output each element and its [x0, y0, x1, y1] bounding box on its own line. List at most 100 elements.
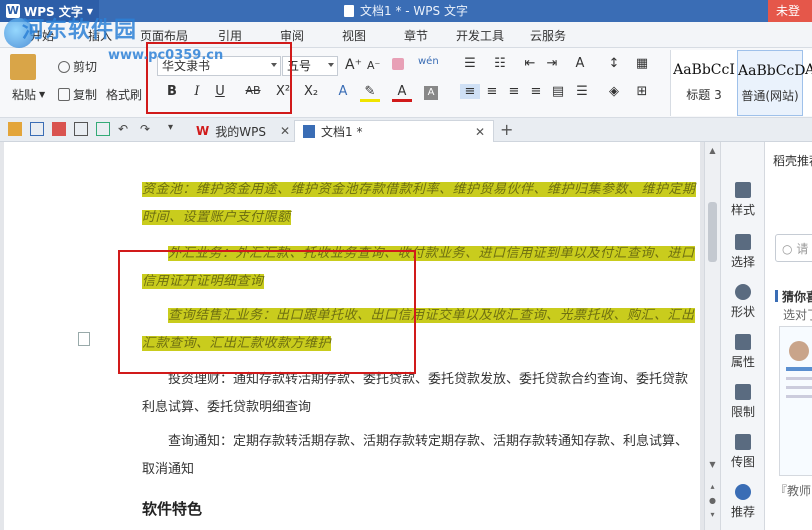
scroll-up-icon[interactable]: ▲ [708, 146, 717, 155]
text-effect-icon[interactable]: A [333, 84, 353, 99]
clear-format-button[interactable] [392, 58, 404, 70]
select-button[interactable]: 选择 [721, 234, 765, 270]
properties-icon [735, 334, 751, 350]
select-browse-icon[interactable]: ● [708, 496, 717, 505]
template-card[interactable] [779, 326, 812, 476]
recommend-panel: 稻壳推荐 ○ 请 猜你喜 选对了 『教师 [764, 142, 812, 530]
styles-icon [735, 182, 751, 198]
paste-big-icon [10, 54, 36, 80]
tab-chapter[interactable]: 章节 [404, 27, 428, 44]
text-style-icon[interactable]: A [570, 56, 590, 71]
eraser-icon [392, 58, 404, 70]
next-page-icon[interactable]: ▾ [708, 510, 717, 519]
open-folder-icon[interactable] [8, 122, 22, 136]
document-icon [303, 125, 315, 138]
shading-icon[interactable]: ◈ [604, 84, 624, 99]
panel-item-text[interactable]: 『教师 [775, 482, 811, 499]
numbered-list-icon[interactable]: ☷ [490, 56, 510, 71]
prev-page-icon[interactable]: ▴ [708, 482, 717, 491]
undo-icon[interactable]: ↶ [118, 122, 132, 136]
style-heading-3[interactable]: AaBbCcI 标题 3 [671, 50, 737, 116]
close-icon[interactable]: ✕ [475, 125, 485, 139]
format-painter-button[interactable]: 格式刷 [106, 86, 142, 103]
lock-icon [735, 384, 751, 400]
properties-button[interactable]: 属性 [721, 334, 765, 370]
distribute-icon[interactable]: ▤ [548, 84, 568, 99]
align-left-icon[interactable]: ≡ [460, 84, 480, 99]
scrollbar-thumb[interactable] [708, 202, 717, 262]
tab-developer[interactable]: 开发工具 [456, 27, 504, 44]
scroll-down-icon[interactable]: ▼ [708, 460, 717, 469]
grow-font-button[interactable]: A⁺ [345, 57, 362, 73]
panel-title: 稻壳推荐 [773, 154, 812, 168]
paragraph-notice[interactable]: 查询通知：定期存款转活期存款、活期存款转定期存款、活期存款转通知存款、利息试算、… [142, 428, 698, 484]
decrease-indent-icon[interactable]: ⇤ [520, 56, 540, 71]
document-icon [344, 5, 355, 17]
subscript-button[interactable]: X₂ [300, 84, 322, 99]
chevron-down-icon [328, 63, 334, 67]
increase-indent-icon[interactable]: ⇥ [542, 56, 562, 71]
line-spacing-icon[interactable]: ☰ [572, 84, 592, 99]
paragraph-funds-pool[interactable]: 资金池：维护资金用途、维护资金池存款借款利率、维护贸易伙伴、维护归集参数、维护定… [142, 176, 698, 232]
annotation-box-text [118, 250, 416, 374]
panel-section-subtitle: 选对了 [783, 308, 812, 322]
restrict-button[interactable]: 限制 [721, 384, 765, 420]
paste-button[interactable]: 粘贴 ▼ [12, 86, 45, 103]
redo-icon[interactable]: ↷ [140, 122, 154, 136]
document-area: 资金池：维护资金用途、维护资金池存款借款利率、维护贸易伙伴、维护归集参数、维护定… [0, 142, 704, 530]
vertical-scrollbar[interactable]: ▲ ▼ ▴ ● ▾ [704, 142, 720, 530]
paragraph-menu-icon[interactable] [78, 332, 90, 346]
watermark-text: 河东软件园 [22, 17, 138, 43]
styles-button[interactable]: 样式 [721, 182, 765, 218]
print-icon[interactable] [74, 122, 88, 136]
style-gallery: AaBbCcI 标题 3 AaBbCcD 普通(网站) A [670, 50, 812, 116]
justify-icon[interactable]: ≡ [526, 84, 546, 99]
close-icon[interactable]: ✕ [280, 124, 290, 138]
quick-access-more-icon[interactable]: ▾ [168, 122, 182, 136]
signin-button[interactable]: 未登 [768, 0, 812, 22]
new-tab-icon[interactable]: + [500, 120, 513, 139]
table-icon[interactable]: ▦ [632, 56, 652, 71]
tab-my-wps[interactable]: W 我的WPS ✕ [188, 120, 298, 142]
style-overflow[interactable]: A [803, 50, 812, 116]
image-icon [735, 434, 751, 450]
wps-logo-icon: W [196, 124, 210, 138]
upload-image-button[interactable]: 传图 [721, 434, 765, 470]
pdf-export-icon[interactable] [52, 122, 66, 136]
phonetic-button[interactable]: wén [418, 56, 439, 67]
print-preview-icon[interactable] [96, 122, 110, 136]
copy-button[interactable]: 复制 [58, 86, 97, 103]
highlight-color-icon[interactable]: ✎ [360, 84, 380, 102]
copy-icon [58, 88, 70, 101]
paragraph-investment[interactable]: 投资理财：通知存款转活期存款、委托贷款、委托贷款发放、委托贷款合约查询、委托贷款… [142, 366, 698, 422]
save-icon[interactable] [30, 122, 44, 136]
recommend-button[interactable]: 推荐 [721, 484, 765, 520]
shrink-font-button[interactable]: A⁻ [367, 59, 380, 72]
search-icon: ○ [782, 242, 793, 256]
panel-search-input[interactable]: ○ 请 [775, 234, 812, 262]
tab-view[interactable]: 视图 [342, 27, 366, 44]
watermark-url: www.pc0359.cn [108, 48, 224, 63]
cursor-icon [735, 234, 751, 250]
shapes-icon [735, 284, 751, 300]
avatar [789, 341, 809, 361]
align-center-icon[interactable]: ≡ [482, 84, 502, 99]
clipboard-icon [10, 54, 36, 80]
section-heading[interactable]: 软件特色 [142, 498, 202, 519]
tab-document-1[interactable]: 文档1 * ✕ [294, 120, 494, 142]
document-tab-bar: ↶ ↷ ▾ W 我的WPS ✕ 文档1 * ✕ + [0, 118, 812, 142]
ribbon-badge-icon [735, 484, 751, 500]
wps-logo-icon: W [6, 4, 20, 18]
tab-cloud[interactable]: 云服务 [530, 27, 566, 44]
font-color-icon[interactable]: A [392, 84, 412, 102]
align-right-icon[interactable]: ≡ [504, 84, 524, 99]
char-shading-icon[interactable]: A [424, 86, 438, 100]
style-normal-web[interactable]: AaBbCcD 普通(网站) [737, 50, 805, 116]
border-icon[interactable]: ⊞ [632, 84, 652, 99]
shapes-button[interactable]: 形状 [721, 284, 765, 320]
scissors-icon [58, 60, 70, 73]
sort-icon[interactable]: ↕ [604, 56, 624, 71]
bullet-list-icon[interactable]: ☰ [460, 56, 480, 71]
right-toolbar: 样式 选择 形状 属性 限制 传图 推荐 [720, 142, 764, 530]
cut-button[interactable]: 剪切 [58, 58, 97, 75]
